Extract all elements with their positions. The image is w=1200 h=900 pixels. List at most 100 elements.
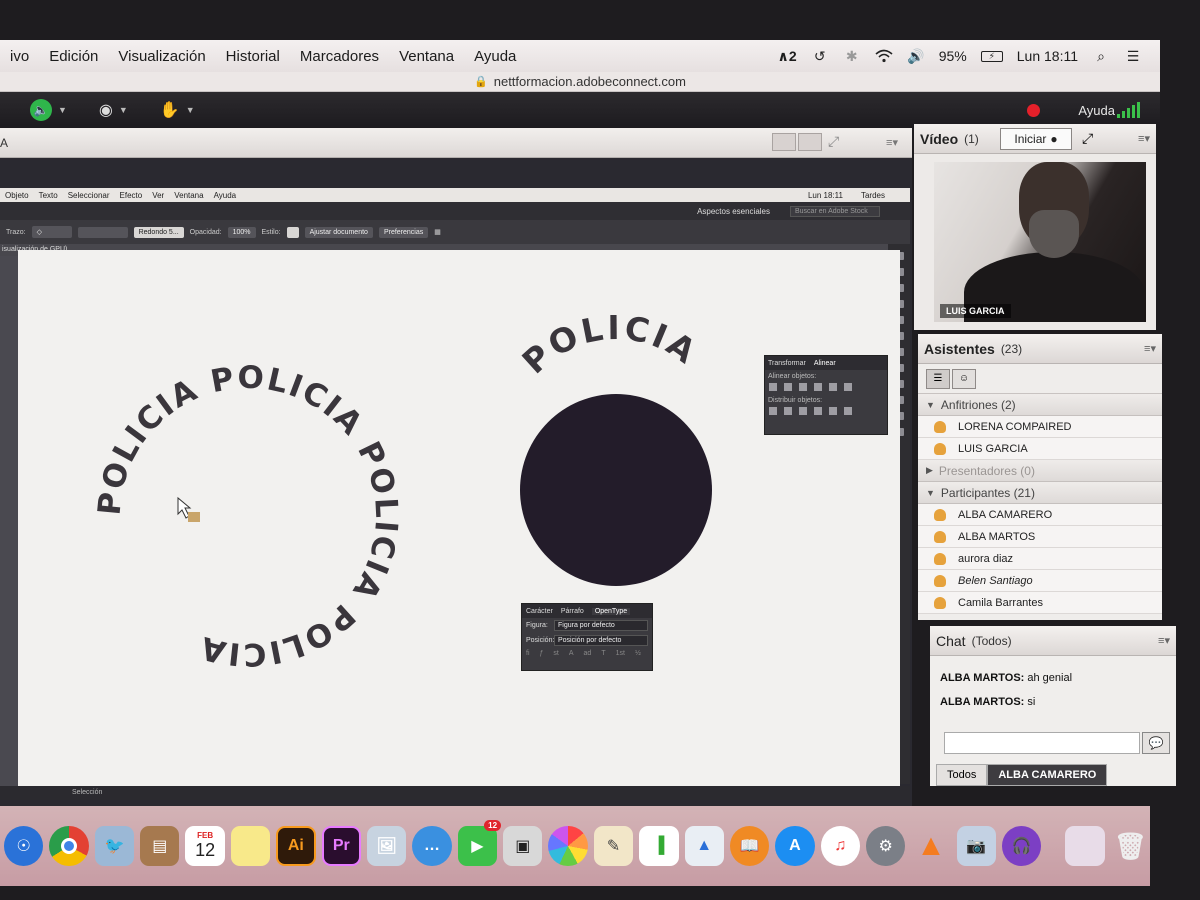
menu-ayuda[interactable]: Ayuda: [464, 48, 526, 65]
chevron-down-icon[interactable]: ▼: [58, 105, 67, 115]
list-item[interactable]: LORENA COMPAIRED: [918, 416, 1162, 438]
position-select[interactable]: Posición por defecto: [554, 635, 648, 646]
stock-search-input[interactable]: Buscar en Adobe Stock: [790, 205, 880, 217]
trash-icon[interactable]: 🗑: [1111, 826, 1150, 866]
distribute-bottom-icon[interactable]: [799, 407, 807, 415]
list-item[interactable]: LUIS GARCIA: [918, 438, 1162, 460]
distribute-center-h-icon[interactable]: [829, 407, 837, 415]
tab-transform[interactable]: Transformar: [768, 360, 806, 367]
align-center-h-icon[interactable]: [784, 383, 792, 391]
photo-booth-icon[interactable]: ▣: [503, 826, 543, 866]
variable-width-field[interactable]: [77, 226, 128, 238]
text-edit-icon[interactable]: ✎: [593, 826, 634, 866]
list-item[interactable]: Camila Barrantes: [918, 592, 1162, 614]
webcam-button[interactable]: ◉ ▼: [99, 100, 128, 120]
glyph-option-icon[interactable]: 1st: [616, 650, 625, 657]
audition-icon[interactable]: 🎧: [1002, 826, 1042, 866]
chrome-icon[interactable]: [49, 826, 89, 866]
notes-icon[interactable]: [230, 826, 271, 866]
align-left-icon[interactable]: [769, 383, 777, 391]
keynote-icon[interactable]: ▲: [684, 826, 724, 866]
app-store-icon[interactable]: A: [775, 826, 815, 866]
menu-historial[interactable]: Historial: [216, 48, 290, 65]
user-view-icon[interactable]: ☺: [952, 368, 976, 389]
list-item[interactable]: ALBA CAMARERO: [918, 504, 1162, 526]
messages-icon[interactable]: …: [412, 826, 452, 866]
ai-menu-ayuda[interactable]: Ayuda: [209, 191, 242, 200]
glyph-option-icon[interactable]: fi: [526, 650, 530, 657]
tab-paragraph[interactable]: Párrafo: [561, 608, 584, 615]
chevron-down-icon[interactable]: ▼: [119, 105, 128, 115]
fit-width-icon[interactable]: [772, 133, 796, 151]
figure-select[interactable]: Figura por defecto: [554, 620, 648, 631]
system-preferences-icon[interactable]: ⚙: [865, 826, 906, 866]
brush-select[interactable]: Redondo 5...: [133, 226, 184, 238]
menu-bar-clock[interactable]: Lun 18:11: [1017, 48, 1078, 64]
preview-bird-icon[interactable]: 🐦: [94, 826, 135, 866]
align-right-icon[interactable]: [799, 383, 807, 391]
preview-icon[interactable]: 📷: [956, 826, 997, 866]
safari-icon[interactable]: ☉: [4, 826, 44, 866]
bluetooth-icon[interactable]: ✱: [843, 47, 861, 65]
align-center-v-icon[interactable]: [829, 383, 837, 391]
ai-menu-seleccionar[interactable]: Seleccionar: [63, 191, 115, 200]
distribute-center-v-icon[interactable]: [784, 407, 792, 415]
tab-align[interactable]: Alinear: [814, 360, 836, 367]
raise-hand-button[interactable]: ✋ ▼: [160, 100, 195, 120]
tab-character[interactable]: Carácter: [526, 608, 553, 615]
glyph-option-icon[interactable]: T: [601, 650, 605, 657]
arrange-docs-icon[interactable]: ▦: [434, 228, 441, 236]
chevron-down-icon[interactable]: ▼: [186, 105, 195, 115]
glyph-option-icon[interactable]: ƒ: [540, 650, 544, 657]
fit-document-button[interactable]: Ajustar documento: [304, 226, 373, 238]
vlc-icon[interactable]: ▲: [911, 826, 950, 866]
adobe-cc-icon[interactable]: ∧2: [778, 48, 797, 65]
distribute-left-icon[interactable]: [814, 407, 822, 415]
ai-menu-ver[interactable]: Ver: [147, 191, 169, 200]
preferences-button[interactable]: Preferencias: [378, 226, 429, 238]
pod-menu-icon[interactable]: ≡▾: [1158, 634, 1170, 647]
fullscreen-icon[interactable]: ⤢: [1082, 130, 1093, 147]
itunes-icon[interactable]: ♫: [820, 826, 860, 866]
ai-menu-ventana[interactable]: Ventana: [169, 191, 208, 200]
send-message-button[interactable]: 💬: [1142, 732, 1170, 754]
ibooks-icon[interactable]: 📖: [729, 826, 770, 866]
style-swatch[interactable]: [286, 226, 299, 238]
align-top-icon[interactable]: [814, 383, 822, 391]
recording-indicator-icon[interactable]: [1027, 103, 1040, 117]
photos-icon[interactable]: [548, 826, 588, 866]
group-hosts[interactable]: ▼ Anfitriones (2): [918, 394, 1162, 416]
volume-icon[interactable]: 🔊: [907, 47, 925, 65]
list-item[interactable]: Belen Santiago: [918, 570, 1162, 592]
menu-marcadores[interactable]: Marcadores: [290, 48, 389, 65]
numbers-icon[interactable]: ▐: [639, 826, 679, 866]
contacts-icon[interactable]: ▤: [140, 826, 180, 866]
tab-opentype[interactable]: OpenType: [591, 607, 631, 615]
distribute-top-icon[interactable]: [769, 407, 777, 415]
glyph-option-icon[interactable]: ad: [584, 650, 592, 657]
facetime-icon[interactable]: ▶ 12: [457, 820, 502, 866]
spotlight-search-icon[interactable]: ⌕: [1092, 47, 1110, 65]
list-item[interactable]: aurora diaz: [918, 548, 1162, 570]
chat-tab-private[interactable]: ALBA CAMARERO: [987, 764, 1108, 786]
help-menu[interactable]: Ayuda: [1078, 103, 1115, 118]
menu-archivo[interactable]: ivo: [0, 48, 39, 65]
pod-menu-icon[interactable]: ≡▾: [886, 136, 898, 149]
menu-ventana[interactable]: Ventana: [389, 48, 464, 65]
pod-menu-icon[interactable]: ≡▾: [1138, 132, 1150, 145]
menu-visualizacion[interactable]: Visualización: [108, 48, 215, 65]
ai-menu-texto[interactable]: Texto: [34, 191, 63, 200]
glyph-option-icon[interactable]: ½: [635, 650, 641, 657]
stroke-weight-field[interactable]: ◇: [31, 226, 72, 238]
group-participants[interactable]: ▼ Participantes (21): [918, 482, 1162, 504]
wifi-icon[interactable]: [875, 47, 893, 65]
workspace-switcher[interactable]: Aspectos esenciales: [697, 207, 770, 216]
list-view-icon[interactable]: ☰: [926, 368, 950, 389]
distribute-right-icon[interactable]: [844, 407, 852, 415]
fit-page-icon[interactable]: [798, 133, 822, 151]
documents-stack-icon[interactable]: [1065, 826, 1105, 866]
glyph-option-icon[interactable]: st: [553, 650, 558, 657]
illustrator-app-icon[interactable]: Ai: [276, 826, 316, 866]
ai-menu-efecto[interactable]: Efecto: [115, 191, 148, 200]
browser-url-bar[interactable]: 🔒 nettformacion.adobeconnect.com: [0, 72, 1160, 92]
